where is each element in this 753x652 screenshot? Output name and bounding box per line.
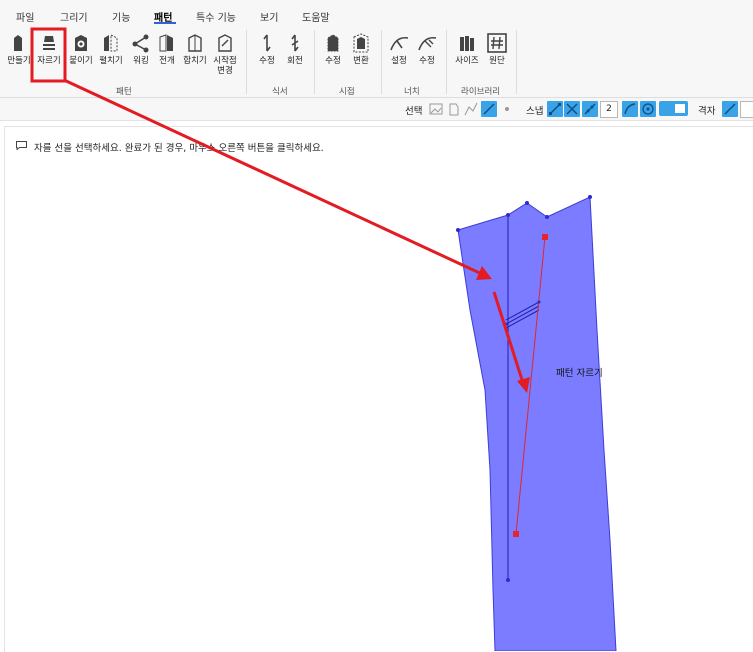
change-start-point-icon: [218, 34, 232, 52]
cut-tooltip: 패턴 자르기: [556, 368, 603, 379]
seam-convert-button[interactable]: 변환: [346, 26, 376, 78]
snap-intersection-icon: [566, 103, 578, 115]
library-size-button[interactable]: 사이즈: [452, 26, 482, 78]
notch-set-button[interactable]: 설정: [384, 26, 414, 78]
menu-help[interactable]: 도움말: [302, 9, 330, 24]
menu-special-function[interactable]: 특수 기능: [196, 9, 236, 24]
menu-function[interactable]: 기능: [112, 9, 130, 24]
book-stack-icon: [460, 36, 474, 51]
seam-edit-icon: [327, 34, 339, 52]
select-curve-icon[interactable]: [463, 101, 479, 117]
line-icon: [483, 103, 495, 115]
drawing-canvas[interactable]: [4, 126, 753, 652]
message-icon: [16, 141, 27, 150]
seam-group-label: 시접: [339, 87, 355, 97]
grid-label: 격자: [698, 106, 716, 117]
snap-label: 스냅: [526, 106, 544, 117]
pattern-group-label: 패턴: [116, 87, 132, 97]
grid-line-icon: [724, 103, 736, 115]
ribbon-separator: [516, 30, 517, 94]
pattern-develop-icon: [159, 34, 173, 52]
grain-rotate-button[interactable]: 회전: [280, 26, 310, 78]
pattern-unfold-icon: [104, 34, 118, 52]
pattern-attach-button[interactable]: 붙이기: [66, 26, 96, 78]
pattern-walking-icon: [132, 34, 149, 53]
pattern-cut-icon: [43, 36, 55, 50]
snap-center-button[interactable]: [640, 101, 656, 117]
menu-file[interactable]: 파일: [16, 9, 34, 24]
grain-rotate-label: 회전: [287, 56, 303, 66]
ribbon: 만들기 자르기 붙이기 펼치기 워킹 전개 합치기 시작점 변경 패턴 수정 회…: [0, 24, 753, 98]
snap-division-input[interactable]: 2: [600, 101, 618, 118]
seam-convert-label: 변환: [353, 56, 369, 66]
menu-bar: 파일 그리기 기능 패턴 특수 기능 보기 도움말: [0, 0, 753, 24]
snap-division-icon: [584, 103, 596, 115]
grain-edit-icon: [263, 34, 271, 52]
notch-set-icon: [390, 36, 409, 51]
snap-center-icon: [642, 103, 654, 115]
grid-value-input[interactable]: [740, 101, 753, 118]
notch-edit-button[interactable]: 수정: [412, 26, 442, 78]
select-image-icon[interactable]: [428, 101, 444, 117]
selection-toolbar: 선택 스냅 2 격자: [0, 98, 753, 121]
pattern-change-start-button[interactable]: 시작점 변경: [210, 26, 240, 78]
select-pattern-icon[interactable]: [446, 101, 462, 117]
pattern-attach-icon: [75, 35, 87, 51]
pattern-change-start-label: 시작점 변경: [213, 56, 237, 76]
select-point-icon[interactable]: [499, 101, 515, 117]
grain-edit-button[interactable]: 수정: [252, 26, 282, 78]
snap-endpoint-button[interactable]: [547, 101, 563, 117]
select-label: 선택: [405, 106, 423, 117]
snap-curve-icon: [624, 103, 636, 115]
pattern-cut-button[interactable]: 자르기: [34, 26, 64, 78]
pattern-unfold-button[interactable]: 펼치기: [96, 26, 126, 78]
library-group-label: 라이브러리: [461, 87, 501, 97]
dart-group-label: 너치: [404, 87, 420, 97]
snap-intersection-button[interactable]: [564, 101, 580, 117]
menu-view[interactable]: 보기: [260, 9, 278, 24]
pattern-develop-button[interactable]: 전개: [152, 26, 182, 78]
select-line-button[interactable]: [481, 101, 497, 117]
notch-edit-label: 수정: [419, 56, 435, 66]
library-fabric-label: 원단: [489, 56, 505, 66]
notch-group-label: 식서: [272, 87, 288, 97]
library-fabric-button[interactable]: 원단: [482, 26, 512, 78]
pattern-merge-icon: [188, 34, 202, 52]
snap-curve-button[interactable]: [622, 101, 638, 117]
grid-button[interactable]: [722, 101, 738, 117]
snap-division-button[interactable]: [582, 101, 598, 117]
menu-draw[interactable]: 그리기: [60, 9, 88, 24]
fabric-grid-icon: [487, 33, 507, 53]
grain-rotate-icon: [291, 34, 299, 52]
seam-convert-icon: [353, 33, 369, 53]
snap-endpoint-icon: [549, 103, 561, 115]
seam-edit-button[interactable]: 수정: [318, 26, 348, 78]
pattern-create-icon: [14, 35, 22, 51]
notch-edit-icon: [418, 36, 437, 51]
status-hint: 자를 선을 선택하세요. 완료가 된 경우, 마우스 오른쪽 버튼을 클릭하세요…: [34, 143, 324, 154]
snap-toggle[interactable]: [659, 101, 688, 116]
pattern-create-button[interactable]: 만들기: [4, 26, 34, 78]
